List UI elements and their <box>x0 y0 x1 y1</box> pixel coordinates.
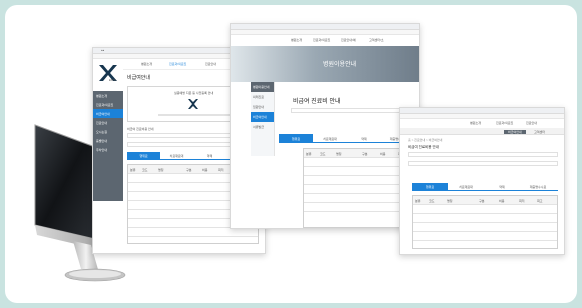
sidebar-item-1[interactable]: 진료과/의료진 <box>93 100 123 109</box>
tab-bar: 행위료 치료재료대 약제 제증명수수료 <box>412 183 558 191</box>
th-3: 구분 <box>479 199 485 203</box>
th-6: 최고 <box>537 199 543 203</box>
breadcrumb: 홈 > 진료안내 > 비급여안내 <box>408 138 443 142</box>
tab-title[interactable]: ●● <box>101 49 104 52</box>
tab-2[interactable]: 약제 <box>484 183 520 191</box>
sidebar-item-3[interactable]: 비급여안내 <box>251 112 274 122</box>
tab-1[interactable]: 치료재료대 <box>448 183 484 191</box>
section-title: 비급여 진료비용 안내 <box>408 145 439 149</box>
sidebar-item-4[interactable]: 서류발급 <box>251 122 274 132</box>
hero-banner: 병원이용안내 <box>231 46 419 82</box>
sidebar: 병원소개 진료과/의료진 비급여안내 진료안내 오시는길 층별안내 주차안내 <box>93 91 123 201</box>
nav-item-2[interactable]: 진료과/의료진 <box>169 62 186 66</box>
hospital-logo[interactable]: EXPO <box>93 59 123 91</box>
table-row <box>413 223 557 232</box>
th-4: 비용 <box>499 199 505 203</box>
browser-titlebar <box>400 108 564 114</box>
sub-nav: 비급여안내 고객센터 <box>400 128 564 135</box>
notice-title: 실종예방 지문 등 사전등록 안내 <box>174 91 214 95</box>
window-middle: 병원소개 진료과/의료진 진료안내/예 고객센터/소 병원이용안내 병원이용안내… <box>230 23 420 229</box>
tab-0[interactable]: 행위료 <box>127 152 160 160</box>
th-5: 최저 <box>519 199 525 203</box>
tab-0[interactable]: 행위료 <box>279 134 313 143</box>
th-4: 비용 <box>202 168 208 172</box>
table-row <box>413 214 557 223</box>
browser-titlebar <box>231 24 419 30</box>
table-row <box>413 232 557 241</box>
logo-text: EXPO <box>109 79 116 82</box>
sidebar-item-0[interactable]: 병원이용안내 <box>251 82 274 92</box>
center-logo-icon <box>188 99 198 109</box>
sidebar-item-0[interactable]: 병원소개 <box>93 91 123 100</box>
window-right: 병원소개 진료과/의료진 진료안내 비급여안내 고객센터 홈 > 진료안내 > … <box>399 107 565 255</box>
tab-1[interactable]: 치료재료대 <box>313 134 347 143</box>
nav-item-3[interactable]: 진료안내/예 <box>341 38 356 42</box>
sidebar-item-3[interactable]: 진료안내 <box>93 118 123 127</box>
table-row <box>128 228 258 237</box>
sidebar-item-2[interactable]: 비급여안내 <box>93 109 123 118</box>
page-title: 비급여안내 <box>127 75 151 81</box>
sidebar-item-6[interactable]: 주차안내 <box>93 145 123 154</box>
banner-text: 병원이용안내 <box>323 62 357 68</box>
nav-item-3[interactable]: 진료안내 <box>526 121 537 125</box>
th-3: 구분 <box>362 152 368 156</box>
th-0: 분류 <box>306 152 312 156</box>
sub-nav-1[interactable]: 비급여안내 <box>504 130 526 134</box>
page-title: 비급여 진료비 안내 <box>293 99 341 105</box>
sidebar: 병원이용안내 외래진료 입원안내 비급여안내 서류발급 <box>251 82 275 156</box>
table-row <box>413 205 557 214</box>
sidebar-item-4[interactable]: 오시는길 <box>93 127 123 136</box>
tab-3[interactable]: 제증명수수료 <box>520 183 556 191</box>
section-title: 비급여 진료비용 안내 <box>127 127 154 131</box>
th-0: 분류 <box>130 168 136 172</box>
sidebar-item-5[interactable]: 층별안내 <box>93 136 123 145</box>
th-5: 최저 <box>218 168 224 172</box>
nav-item-3[interactable]: 진료안내 <box>205 62 216 66</box>
th-1: 코드 <box>429 199 435 203</box>
nav-item-4[interactable]: 고객센터/소 <box>369 38 384 42</box>
sidebar-item-2[interactable]: 입원안내 <box>251 102 274 112</box>
th-2: 명칭 <box>447 199 453 203</box>
inner-card: ●● 병원소개 진료과/의료진 진료안내 고객소통센터 EXPO 병원소개 진료… <box>5 5 577 303</box>
nav-item-1[interactable]: 병원소개 <box>291 38 302 42</box>
th-2: 명칭 <box>158 168 164 172</box>
sidebar-item-1[interactable]: 외래진료 <box>251 92 274 102</box>
th-1: 코드 <box>142 168 148 172</box>
nav-item-1[interactable]: 병원소개 <box>141 62 152 66</box>
th-2: 명칭 <box>336 152 342 156</box>
nav-item-2[interactable]: 진료과/의료진 <box>313 38 330 42</box>
tab-0[interactable]: 행위료 <box>412 183 448 191</box>
tab-2[interactable]: 약제 <box>193 152 226 160</box>
table-header-row: 분류 코드 명칭 구분 비용 최저 최고 <box>413 196 557 205</box>
tab-2[interactable]: 약제 <box>347 134 381 143</box>
th-0: 분류 <box>415 199 421 203</box>
nav-item-1[interactable]: 병원소개 <box>470 121 481 125</box>
data-table: 분류 코드 명칭 구분 비용 최저 최고 <box>412 195 558 249</box>
th-3: 구분 <box>186 168 192 172</box>
tab-bar: 행위료 치료재료대 약제 제증명수수료 <box>279 134 419 143</box>
logo-icon <box>99 65 117 81</box>
sub-nav-2[interactable]: 고객센터 <box>534 130 545 134</box>
th-4: 비용 <box>380 152 386 156</box>
outer-frame: ●● 병원소개 진료과/의료진 진료안내 고객소통센터 EXPO 병원소개 진료… <box>0 0 582 308</box>
tab-1[interactable]: 치료재료대 <box>160 152 193 160</box>
th-1: 코드 <box>320 152 326 156</box>
nav-item-2[interactable]: 진료과/의료진 <box>496 121 513 125</box>
